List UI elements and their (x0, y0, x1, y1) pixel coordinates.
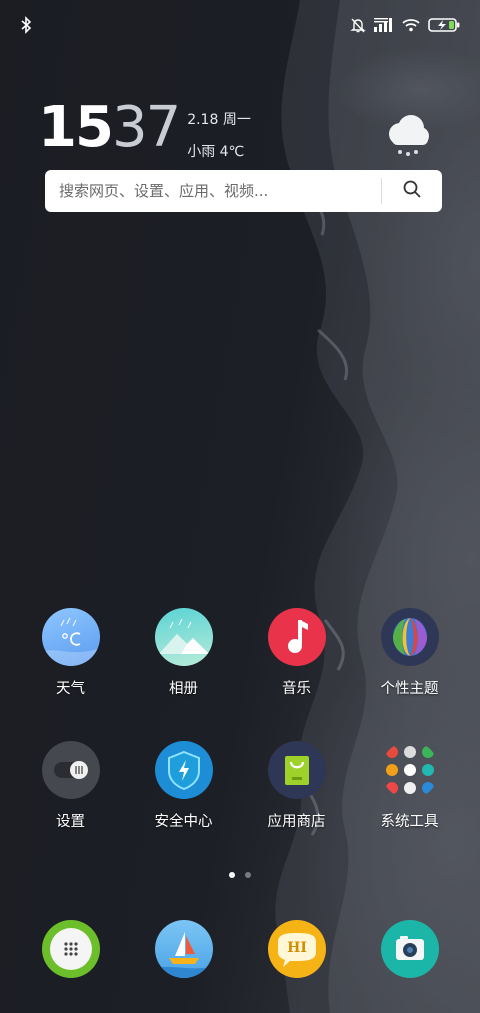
app-label: 系统工具 (380, 814, 439, 830)
app-label: 相册 (169, 681, 198, 697)
music-icon (267, 608, 326, 666)
app-store[interactable]: 应用商店 (240, 741, 353, 831)
svg-text:HI: HI (287, 940, 307, 956)
system-tools-folder-icon (381, 741, 439, 799)
dock-phone[interactable] (14, 920, 127, 978)
clock-hour: 15 (38, 95, 114, 160)
search-bar[interactable] (45, 170, 442, 212)
clock-info: 2.18 周一 小雨 4℃ (187, 110, 251, 174)
messaging-hi-icon: HI (267, 920, 326, 978)
mute-bell-icon (350, 17, 366, 33)
app-system-tools-folder[interactable]: 系统工具 (353, 741, 466, 831)
phone-dialer-icon (41, 920, 100, 978)
settings-icon (41, 741, 100, 799)
status-icons (350, 17, 460, 33)
clock-widget[interactable]: 1537 2.18 周一 小雨 4℃ (38, 98, 251, 174)
app-label: 设置 (56, 814, 85, 830)
themes-icon (380, 608, 439, 666)
clock-weather: 小雨 4℃ (187, 144, 245, 160)
app-label: 个性主题 (380, 681, 439, 697)
page-dot[interactable] (245, 872, 251, 878)
app-label: 音乐 (282, 681, 311, 697)
page-dot-active[interactable] (229, 872, 235, 878)
clock-minute: 37 (111, 95, 181, 160)
camera-icon (380, 920, 439, 978)
search-input[interactable] (45, 182, 381, 200)
app-store-icon (267, 741, 326, 799)
status-bar (0, 0, 480, 50)
app-security[interactable]: 安全中心 (127, 741, 240, 831)
app-weather[interactable]: 天气 (14, 608, 127, 698)
bluetooth-icon (20, 16, 32, 34)
battery-charging-icon (428, 17, 460, 33)
app-label: 安全中心 (154, 814, 213, 830)
dock-browser[interactable] (127, 920, 240, 978)
app-label: 天气 (56, 681, 85, 697)
browser-boat-icon (154, 920, 213, 978)
app-gallery[interactable]: 相册 (127, 608, 240, 698)
clock-time: 1537 (38, 95, 181, 160)
dock-camera[interactable] (353, 920, 466, 978)
app-settings[interactable]: 设置 (14, 741, 127, 831)
search-icon (402, 179, 422, 203)
app-themes[interactable]: 个性主题 (353, 608, 466, 698)
signal-icon (374, 18, 394, 32)
rain-cloud-icon[interactable] (380, 110, 436, 166)
search-button[interactable] (382, 170, 442, 212)
weather-icon (41, 608, 100, 666)
page-indicator (0, 872, 480, 878)
dock-messaging[interactable]: HI (240, 920, 353, 978)
gallery-icon (154, 608, 213, 666)
app-music[interactable]: 音乐 (240, 608, 353, 698)
security-icon (154, 741, 213, 799)
wifi-icon (402, 18, 420, 32)
app-label: 应用商店 (267, 814, 326, 830)
clock-date: 2.18 周一 (187, 112, 251, 128)
